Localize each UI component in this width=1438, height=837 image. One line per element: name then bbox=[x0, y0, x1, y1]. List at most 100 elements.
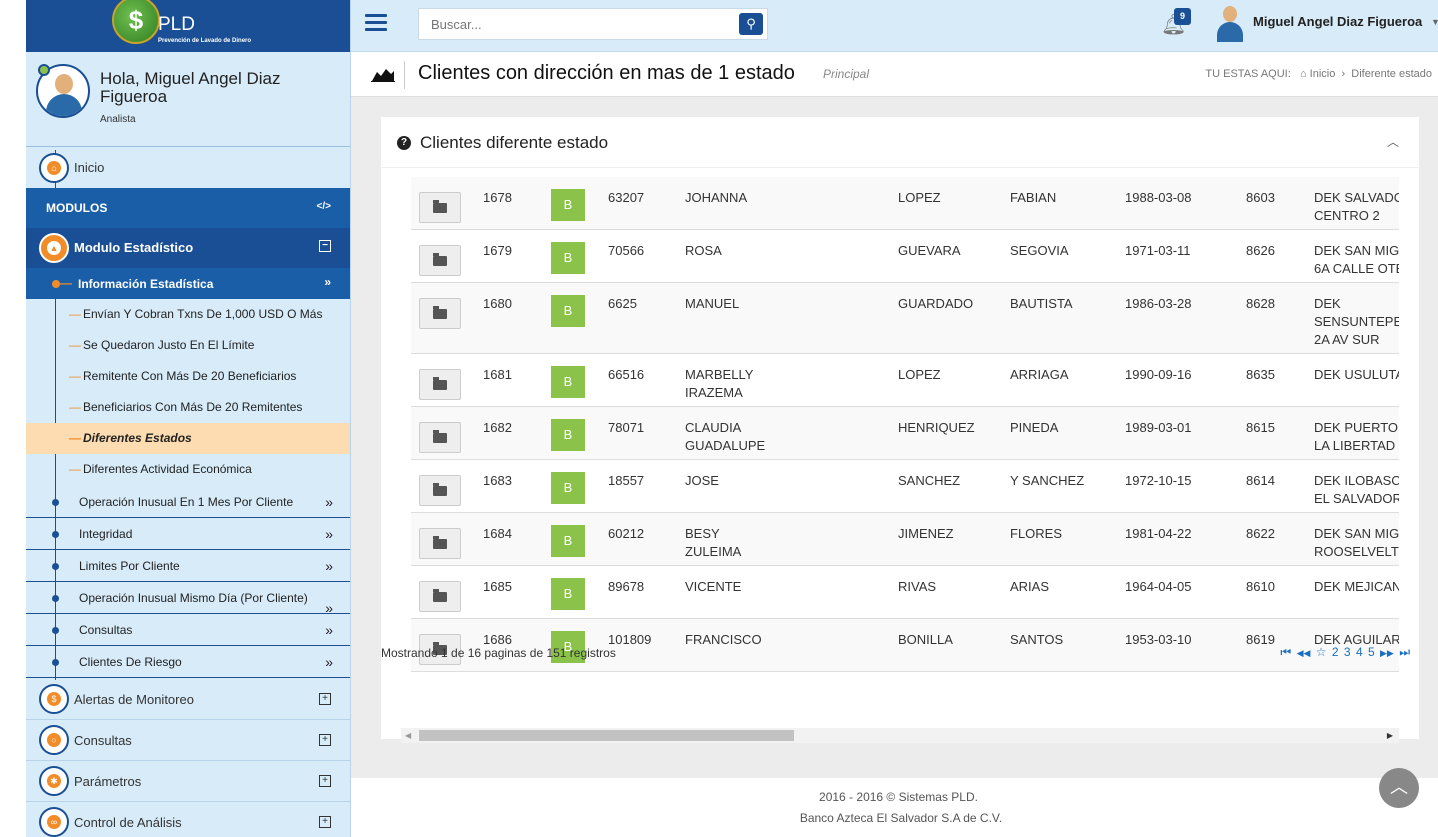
page-header: Clientes con dirección en mas de 1 estad… bbox=[351, 53, 1438, 97]
sublink-diferentes-estados[interactable]: — Diferentes Estados bbox=[26, 423, 350, 454]
status-badge: B bbox=[551, 295, 585, 327]
group-integridad[interactable]: Integridad » bbox=[26, 518, 350, 550]
expand-icon[interactable]: + bbox=[319, 734, 331, 746]
cell-name: JOHANNA bbox=[685, 189, 747, 207]
cell-last2: SANTOS bbox=[1010, 632, 1064, 647]
code-icon: </> bbox=[316, 201, 331, 212]
cell-addr1: DEK SALVADO bbox=[1314, 190, 1399, 205]
sidebar-item-label: Inicio bbox=[74, 160, 105, 175]
cell-last2: BAUTISTA bbox=[1010, 296, 1073, 311]
scroll-to-top-button[interactable]: ︿ bbox=[1379, 768, 1419, 808]
cell-id: 1678 bbox=[483, 190, 512, 205]
brand-subtitle: Prevención de Lavado de Dinero bbox=[158, 38, 252, 44]
breadcrumb-home[interactable]: Inicio bbox=[1310, 68, 1336, 80]
tree-dot-icon bbox=[52, 595, 59, 602]
cell-last1: RIVAS bbox=[898, 579, 937, 594]
open-folder-button[interactable] bbox=[419, 422, 461, 453]
expand-icon[interactable]: + bbox=[319, 693, 331, 705]
cell-name1: VICENTE bbox=[685, 579, 742, 594]
group-consultas[interactable]: Consultas » bbox=[26, 614, 350, 646]
sublink-remitente-beneficiarios[interactable]: — Remitente Con Más De 20 Beneficiarios bbox=[26, 361, 350, 392]
cell-name1: FRANCISCO bbox=[685, 632, 762, 647]
menu-toggle-icon[interactable] bbox=[365, 14, 387, 32]
folder-open-icon bbox=[433, 430, 447, 443]
tree-dot-icon bbox=[52, 659, 59, 666]
expand-icon[interactable]: + bbox=[319, 775, 331, 787]
sidebar-item-informacion-estadistica[interactable]: — Información Estadística » bbox=[26, 268, 350, 299]
sublink-beneficiarios-remitentes[interactable]: — Beneficiarios Con Más De 20 Remitentes bbox=[26, 392, 350, 423]
caret-down-icon[interactable]: ▼ bbox=[1431, 17, 1438, 27]
chevron-right-double-icon: » bbox=[325, 558, 333, 574]
sidebar-item-modulo-estadistico[interactable]: ▲ Modulo Estadístico − bbox=[26, 228, 350, 268]
next-page-icon[interactable]: ▶▶ bbox=[1380, 648, 1394, 658]
page-link-5[interactable]: 5 bbox=[1368, 645, 1375, 659]
page-link-3[interactable]: 3 bbox=[1344, 645, 1351, 659]
folder-open-icon bbox=[433, 589, 447, 602]
cell-last2: PINEDA bbox=[1010, 420, 1059, 435]
cell-address: DEK SENSUNTEPE 2A AV SUR bbox=[1314, 295, 1399, 349]
chevron-up-icon[interactable]: ︿ bbox=[1387, 133, 1399, 150]
cell-name: CLAUDIA GUADALUPE bbox=[685, 419, 765, 455]
status-badge: B bbox=[551, 366, 585, 398]
scroll-left-icon[interactable]: ◀ bbox=[405, 728, 411, 743]
open-folder-button[interactable] bbox=[419, 528, 461, 559]
page-link-4[interactable]: 4 bbox=[1356, 645, 1363, 659]
cell-name: BESY ZULEIMA bbox=[685, 525, 741, 561]
records-info: Mostrando 1 de 16 paginas de 151 registr… bbox=[381, 646, 616, 660]
cell-name1: ROSA bbox=[685, 243, 722, 258]
group-operacion-mismo-dia[interactable]: Operación Inusual Mismo Día (Por Cliente… bbox=[26, 582, 350, 616]
group-clientes-riesgo[interactable]: Clientes De Riesgo » bbox=[26, 646, 350, 678]
page-title: Clientes con dirección en mas de 1 estad… bbox=[418, 62, 795, 84]
sublink-envian-cobran[interactable]: — Envían Y Cobran Txns De 1,000 USD O Más bbox=[26, 299, 350, 330]
cell-addr1: DEK SAN MIG bbox=[1314, 243, 1399, 258]
cell-addr2: CENTRO 2 bbox=[1314, 208, 1380, 223]
open-folder-button[interactable] bbox=[419, 475, 461, 506]
user-menu-name[interactable]: Miguel Angel Diaz Figueroa bbox=[1253, 14, 1422, 29]
online-status-icon bbox=[38, 64, 50, 76]
group-label: Consultas bbox=[79, 623, 133, 637]
open-folder-button[interactable] bbox=[419, 369, 461, 400]
folder-open-icon bbox=[433, 536, 447, 549]
collapse-icon[interactable]: − bbox=[319, 240, 331, 252]
cell-address: DEK ILOBASC EL SALVADOR bbox=[1314, 472, 1399, 508]
open-folder-button[interactable] bbox=[419, 298, 461, 329]
sidebar-item-parametros[interactable]: ✱ Parámetros + bbox=[26, 761, 350, 802]
search-input[interactable] bbox=[419, 9, 737, 39]
prev-page-icon[interactable]: ◀◀ bbox=[1297, 648, 1311, 658]
cell-address: DEK MEJICAN bbox=[1314, 578, 1399, 596]
current-page-icon[interactable]: ☆ bbox=[1316, 645, 1327, 659]
cell-addr1: DEK MEJICAN bbox=[1314, 579, 1399, 594]
search-button[interactable]: ⚲ bbox=[739, 13, 763, 35]
cell-name2: GUADALUPE bbox=[685, 438, 766, 453]
sidebar-item-inicio[interactable]: ⌂ Inicio bbox=[26, 150, 350, 188]
sidebar-item-control-analisis[interactable]: ∞ Control de Análisis + bbox=[26, 802, 350, 837]
scroll-right-icon[interactable]: ▶ bbox=[1387, 728, 1393, 743]
breadcrumb-separator: › bbox=[1341, 68, 1346, 80]
group-limites-cliente[interactable]: Limites Por Cliente » bbox=[26, 550, 350, 582]
page-link-2[interactable]: 2 bbox=[1332, 645, 1339, 659]
horizontal-scrollbar[interactable]: ◀ ▶ bbox=[401, 728, 1399, 743]
cell-address: DEK USULUTA bbox=[1314, 366, 1399, 384]
sublink-justo-limite[interactable]: — Se Quedaron Justo En El Límite bbox=[26, 330, 350, 361]
pagination: ⏮ ◀◀ ☆ 2 3 4 5 ▶▶ ⏭ bbox=[1278, 645, 1410, 660]
cell-dob: 1972-10-15 bbox=[1125, 473, 1192, 488]
cell-last2: ARIAS bbox=[1010, 579, 1050, 594]
gear-icon: ✱ bbox=[39, 766, 69, 796]
open-folder-button[interactable] bbox=[419, 192, 461, 223]
open-folder-button[interactable] bbox=[419, 581, 461, 612]
user-avatar[interactable] bbox=[1217, 6, 1243, 42]
first-page-icon[interactable]: ⏮ bbox=[1280, 645, 1291, 659]
last-page-icon[interactable]: ⏭ bbox=[1399, 645, 1410, 659]
expand-icon[interactable]: + bbox=[319, 816, 331, 828]
cell-name1: JOSE bbox=[685, 473, 719, 488]
sublink-diferentes-actividad[interactable]: — Diferentes Actividad Económica bbox=[26, 454, 350, 485]
cell-dob: 1989-03-01 bbox=[1125, 420, 1192, 435]
breadcrumb-current: Diferente estado bbox=[1351, 68, 1432, 80]
sidebar-item-consultas[interactable]: ○ Consultas + bbox=[26, 720, 350, 761]
sidebar-item-alertas[interactable]: $ Alertas de Monitoreo + bbox=[26, 679, 350, 720]
group-operacion-inusual-mes[interactable]: Operación Inusual En 1 Mes Por Cliente » bbox=[26, 486, 350, 518]
open-folder-button[interactable] bbox=[419, 245, 461, 276]
chevron-right-double-icon: » bbox=[325, 526, 333, 542]
panel-header: ? Clientes diferente estado ︿ bbox=[381, 117, 1419, 168]
scrollbar-thumb[interactable] bbox=[419, 730, 794, 741]
